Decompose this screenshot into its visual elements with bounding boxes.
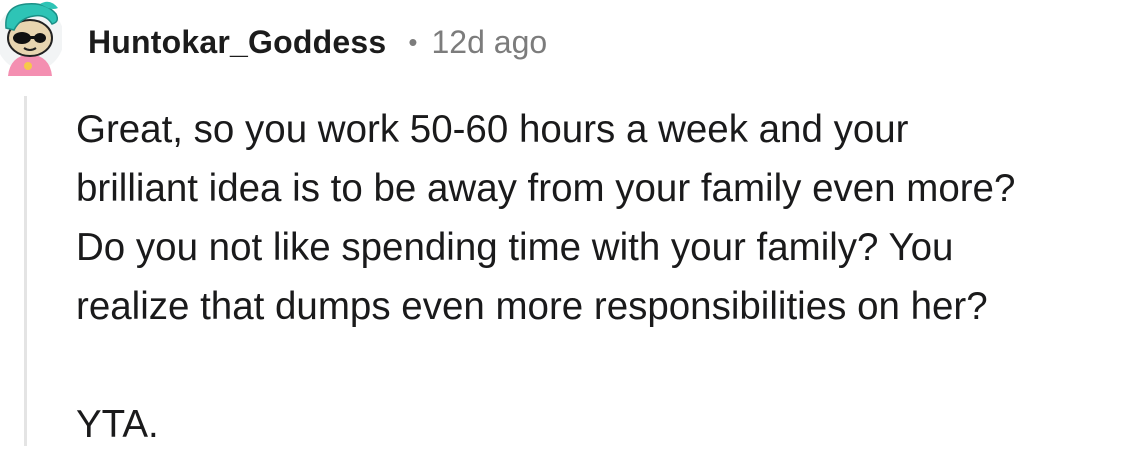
comment-body: Great, so you work 50-60 hours a week an… [76,100,1136,454]
comment-body-line: realize that dumps even more responsibil… [76,285,988,328]
comment-body-line: Do you not like spending time with your … [76,226,954,269]
comment: Huntokar_Goddess • 12d ago Great, so you… [0,0,1139,446]
thread-collapse-line[interactable] [24,96,27,446]
author-username[interactable]: Huntokar_Goddess [88,24,386,61]
user-avatar-icon[interactable] [0,0,64,76]
meta-separator: • [408,26,418,57]
snoo-avatar-icon [0,1,64,76]
comment-body-line: Great, so you work 50-60 hours a week an… [76,108,909,151]
comment-timestamp[interactable]: 12d ago [431,24,547,61]
comment-header: Huntokar_Goddess • 12d ago [88,22,547,62]
comment-body-line: brilliant idea is to be away from your f… [76,167,1016,210]
comment-body-verdict: YTA. [76,403,159,446]
